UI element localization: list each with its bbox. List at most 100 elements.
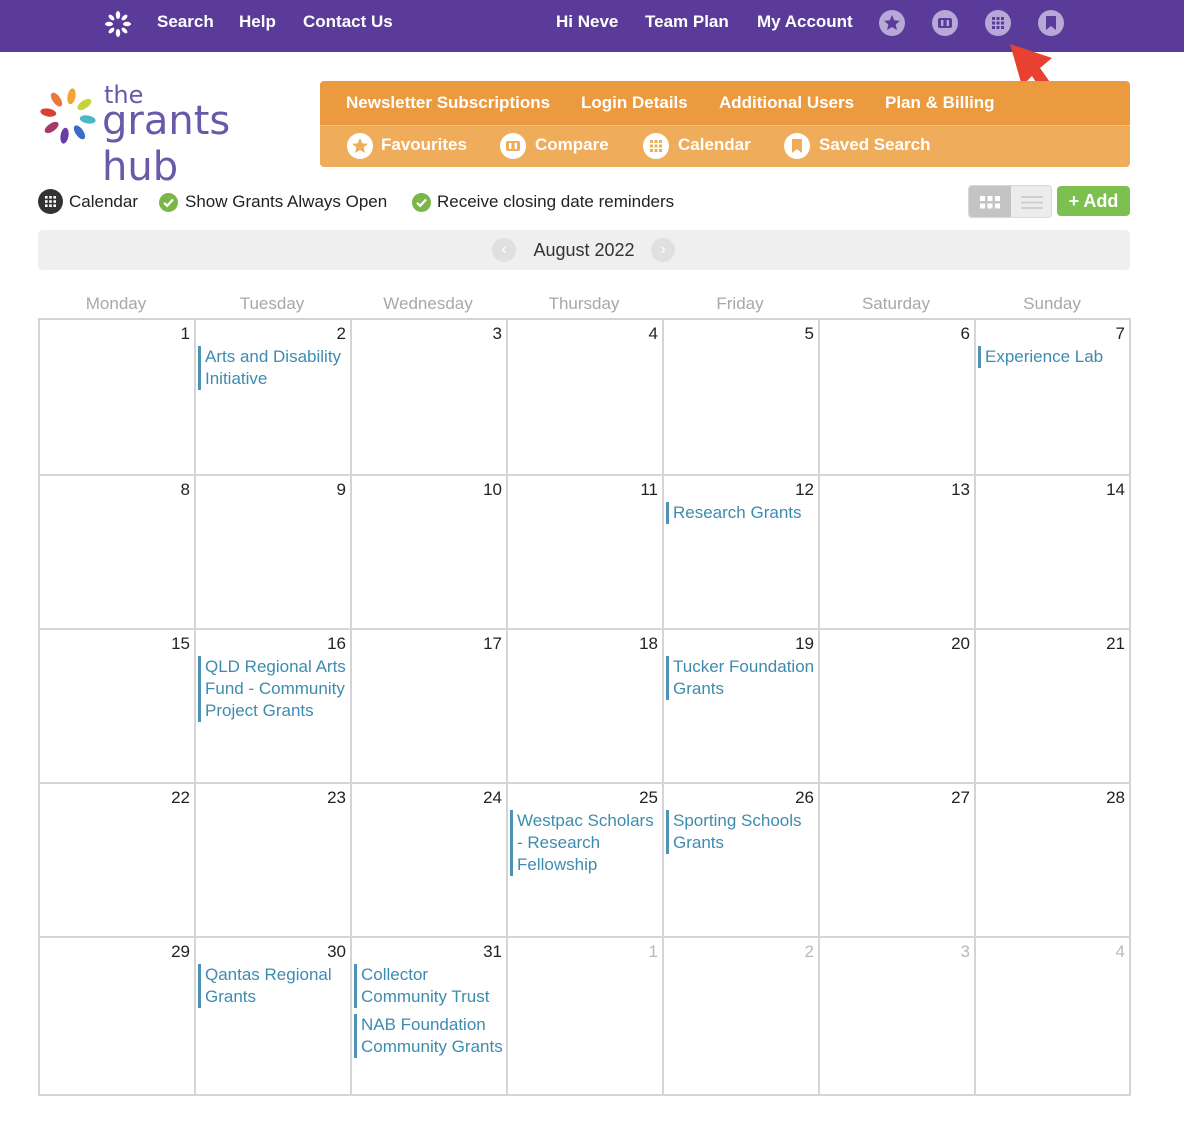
nav-compare[interactable]: Compare [535, 135, 609, 155]
bookmark-icon[interactable] [1038, 10, 1064, 36]
day-number: 11 [640, 480, 658, 499]
calendar-day-cell[interactable]: 10 [352, 476, 508, 630]
weekday-label: Thursday [548, 294, 620, 313]
day-number: 18 [639, 634, 658, 653]
calendar-day-cell[interactable]: 31 Collector Community Trust NAB Foundatio… [352, 938, 508, 1094]
calendar-dark-icon [38, 189, 63, 214]
calendar-day-cell[interactable]: 7 Experience Lab [976, 320, 1129, 476]
calendar-day-cell[interactable]: 6 [820, 320, 976, 476]
day-number: 13 [951, 480, 970, 499]
calendar-day-cell[interactable]: 17 [352, 630, 508, 784]
calendar-day-cell[interactable]: 13 [820, 476, 976, 630]
calendar-day-cell[interactable]: 23 [196, 784, 352, 938]
nav-login-details[interactable]: Login Details [581, 93, 688, 113]
compare-icon[interactable] [932, 10, 958, 36]
calendar-day-cell[interactable]: 28 [976, 784, 1129, 938]
calendar-day-cell[interactable]: 1 [508, 938, 664, 1094]
nav-greeting: Hi Neve [556, 12, 619, 31]
nav-plan-billing[interactable]: Plan & Billing [885, 93, 995, 113]
day-number: 16 [327, 634, 346, 653]
star-icon[interactable] [879, 10, 905, 36]
calendar-day-cell[interactable]: 2 [664, 938, 820, 1094]
day-number: 23 [327, 788, 346, 807]
account-nav: Newsletter Subscriptions Login Details A… [320, 81, 1130, 167]
closing-reminders-toggle[interactable]: Receive closing date reminders [437, 192, 674, 212]
day-number: 8 [180, 480, 190, 499]
calendar-day-cell[interactable]: 9 [196, 476, 352, 630]
nav-favourites[interactable]: Favourites [381, 135, 467, 155]
list-view-button[interactable] [1011, 186, 1051, 217]
calendar-day-cell[interactable]: 30 Qantas Regional Grants [196, 938, 352, 1094]
calendar-event-link[interactable]: NAB Foundation Community Grants [354, 1014, 504, 1058]
day-number: 17 [483, 634, 502, 653]
nav-additional-users[interactable]: Additional Users [719, 93, 854, 113]
day-number: 15 [171, 634, 190, 653]
day-number: 25 [639, 788, 658, 807]
calendar-day-cell[interactable]: 18 [508, 630, 664, 784]
calendar-day-cell[interactable]: 15 [40, 630, 196, 784]
calendar-day-cell[interactable]: 25 Westpac Scholars - Research Fellowship [508, 784, 664, 938]
weekday-label: Friday [716, 294, 764, 313]
check-icon[interactable] [412, 193, 431, 212]
nav-newsletter-subscriptions[interactable]: Newsletter Subscriptions [346, 93, 550, 113]
calendar-day-cell[interactable]: 16 QLD Regional Arts Fund - Community Pro… [196, 630, 352, 784]
month-label: August 2022 [533, 240, 635, 260]
brand-name: grants hub [102, 98, 231, 190]
day-number: 12 [795, 480, 814, 499]
calendar-day-cell[interactable]: 24 [352, 784, 508, 938]
nav-team-plan[interactable]: Team Plan [645, 12, 729, 32]
calendar-day-cell[interactable]: 3 [352, 320, 508, 476]
calendar-day-cell[interactable]: 19 Tucker Foundation Grants [664, 630, 820, 784]
calendar-day-cell[interactable]: 12 Research Grants [664, 476, 820, 630]
view-toggle [968, 185, 1052, 218]
calendar-day-cell[interactable]: 20 [820, 630, 976, 784]
calendar-event-link[interactable]: QLD Regional Arts Fund - Community Proje… [198, 656, 348, 722]
add-button[interactable]: + Add [1057, 186, 1130, 216]
check-icon[interactable] [159, 193, 178, 212]
calendar-event-link[interactable]: Research Grants [666, 502, 816, 524]
day-number: 24 [483, 788, 502, 807]
calendar-day-cell[interactable]: 29 [40, 938, 196, 1094]
grid-view-button[interactable] [969, 186, 1011, 217]
nav-my-account[interactable]: My Account [757, 12, 853, 32]
day-number: 4 [1115, 942, 1125, 961]
calendar-event-link[interactable]: Qantas Regional Grants [198, 964, 348, 1008]
calendar-day-cell[interactable]: 27 [820, 784, 976, 938]
calendar-day-cell[interactable]: 26 Sporting Schools Grants [664, 784, 820, 938]
day-number: 22 [171, 788, 190, 807]
day-number: 5 [804, 324, 814, 343]
favourites-star-icon [347, 133, 373, 159]
calendar-event-link[interactable]: Sporting Schools Grants [666, 810, 816, 854]
flower-logo-icon[interactable] [104, 10, 132, 38]
nav-search[interactable]: Search [157, 12, 214, 32]
calendar-event-link[interactable]: Experience Lab [978, 346, 1127, 368]
calendar-day-cell[interactable]: 14 [976, 476, 1129, 630]
day-number: 9 [336, 480, 346, 499]
show-always-open-toggle[interactable]: Show Grants Always Open [185, 192, 387, 212]
calendar-event-link[interactable]: Arts and Disability Initiative [198, 346, 348, 390]
calendar-event-link[interactable]: Tucker Foundation Grants [666, 656, 816, 700]
calendar-day-cell[interactable]: 5 [664, 320, 820, 476]
calendar-icon[interactable] [985, 10, 1011, 36]
calendar-day-cell[interactable]: 21 [976, 630, 1129, 784]
calendar-event-link[interactable]: Westpac Scholars - Research Fellowship [510, 810, 660, 876]
grid-icon [980, 196, 1000, 209]
calendar-day-cell[interactable]: 8 [40, 476, 196, 630]
calendar-day-cell[interactable]: 2 Arts and Disability Initiative [196, 320, 352, 476]
grants-hub-logo[interactable]: the grants hub [36, 80, 296, 190]
calendar-day-cell[interactable]: 1 [40, 320, 196, 476]
nav-contact-us[interactable]: Contact Us [303, 12, 393, 32]
colorful-flower-logo-icon [40, 88, 96, 144]
day-number: 19 [795, 634, 814, 653]
calendar-day-cell[interactable]: 4 [976, 938, 1129, 1094]
calendar-event-link[interactable]: Collector Community Trust [354, 964, 504, 1008]
nav-saved-search[interactable]: Saved Search [819, 135, 931, 155]
nav-help[interactable]: Help [239, 12, 276, 32]
calendar-day-cell[interactable]: 3 [820, 938, 976, 1094]
calendar-day-cell[interactable]: 11 [508, 476, 664, 630]
next-month-button[interactable]: › [651, 238, 675, 262]
calendar-day-cell[interactable]: 4 [508, 320, 664, 476]
calendar-heading: Calendar [69, 192, 138, 211]
calendar-day-cell[interactable]: 22 [40, 784, 196, 938]
nav-calendar[interactable]: Calendar [678, 135, 751, 155]
